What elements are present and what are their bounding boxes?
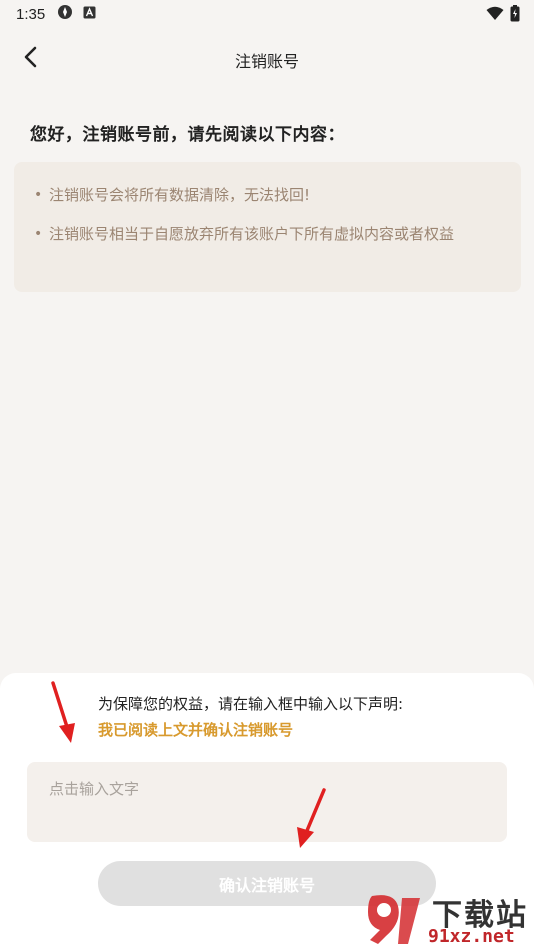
watermark-logo: 下载站 91xz.net [360, 888, 530, 950]
logo-icon [368, 895, 420, 944]
notice-card: • 注销账号会将所有数据清除，无法找回! • 注销账号相当于自愿放弃所有该账户下… [14, 162, 521, 292]
annotation-arrow-icon [297, 788, 326, 848]
bullet: • [34, 226, 43, 242]
status-time: 1:35 [16, 5, 46, 23]
battery-icon [510, 5, 520, 26]
notice-text: 注销账号相当于自愿放弃所有该账户下所有虚拟内容或者权益 [49, 225, 455, 243]
bullet: • [34, 187, 43, 203]
a-badge-icon [83, 5, 96, 23]
declaration-input[interactable] [27, 762, 507, 842]
annotation-arrow-icon [51, 681, 75, 743]
status-bar: 1:35 [0, 0, 534, 28]
notice-item: • 注销账号会将所有数据清除，无法找回! [34, 184, 503, 207]
app-bar: 注销账号 [0, 36, 534, 80]
notice-item: • 注销账号相当于自愿放弃所有该账户下所有虚拟内容或者权益 [34, 223, 503, 246]
watermark-url: 91xz.net [428, 926, 515, 947]
notice-text: 注销账号会将所有数据清除，无法找回! [49, 186, 311, 204]
declare-label: 为保障您的权益，请在输入框中输入以下声明: [98, 695, 404, 713]
wifi-icon [486, 6, 504, 25]
declare-text: 我已阅读上文并确认注销账号 [98, 721, 294, 739]
intro-heading: 您好，注销账号前，请先阅读以下内容： [30, 125, 345, 145]
settings-icon [57, 4, 73, 24]
page-title: 注销账号 [234, 52, 299, 71]
